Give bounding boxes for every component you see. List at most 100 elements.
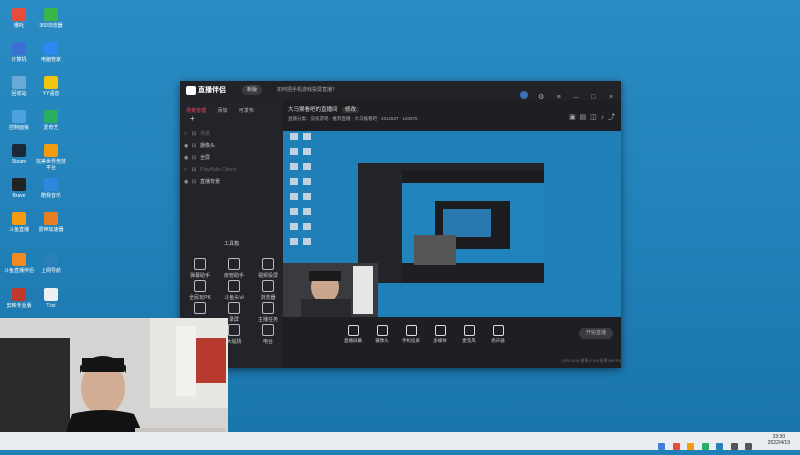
eye-icon[interactable]: ◉ xyxy=(184,153,192,163)
start-live-button[interactable]: 开始直播 xyxy=(579,328,613,339)
phone-cast-icon xyxy=(405,325,417,336)
desktop-icon[interactable]: 上网导航 xyxy=(34,253,68,274)
app-icon xyxy=(12,76,26,89)
desktop-icon-label: 回收站 xyxy=(11,91,27,97)
tool-item[interactable]: 房管助手 xyxy=(220,258,248,279)
desktop-icon-label: 哪吒 xyxy=(13,23,24,29)
camera-button[interactable]: 摄像头 xyxy=(368,325,396,344)
layout-icon[interactable]: ▤ xyxy=(580,114,587,121)
screenshot-icon[interactable]: ◫ xyxy=(590,114,597,121)
desktop-icon[interactable]: 完美世界竞技平台 xyxy=(34,144,68,171)
tool-icon xyxy=(262,324,274,336)
room-badge[interactable]: 修改 xyxy=(342,107,360,113)
eye-off-icon[interactable]: ○ xyxy=(184,165,192,175)
desktop-icon[interactable]: 斗鱼直播 xyxy=(2,212,36,233)
tool-item[interactable]: 斗鱼头Ⅵ xyxy=(220,280,248,301)
tool-item[interactable] xyxy=(186,302,214,316)
bell-icon[interactable]: ♪ xyxy=(601,114,605,121)
source-label: PlayBalls Check xyxy=(200,167,237,173)
multimedia-icon xyxy=(434,325,446,336)
tool-item[interactable]: 主播任务 xyxy=(254,302,282,323)
source-item[interactable]: ○ ⊡ 场景 xyxy=(184,129,279,139)
phone-cast-button[interactable]: 手机投屏 xyxy=(397,325,425,344)
network-icon[interactable] xyxy=(745,443,752,450)
desktop-icon[interactable]: 哪吒 xyxy=(2,8,36,29)
desktop-icon[interactable]: Brave xyxy=(2,178,36,199)
taskbar-clock[interactable]: 23:30 2022/4/19 xyxy=(768,434,790,446)
notice-link[interactable]: 如何把手机游戏投屏直播？ xyxy=(272,85,342,95)
tab-publish[interactable]: 可发布 xyxy=(239,108,254,114)
desktop-icon[interactable]: 酷我音乐 xyxy=(34,178,68,199)
tray-icon-1[interactable] xyxy=(658,443,666,450)
source-item[interactable]: ◉ ⊡ 摄像头 xyxy=(184,141,279,151)
desktop-icon-label: T.txt xyxy=(46,303,56,309)
eye-icon[interactable]: ◉ xyxy=(184,177,192,187)
tool-label: 视频投屏 xyxy=(257,273,278,279)
tool-label: 主播任务 xyxy=(257,317,278,323)
source-item[interactable]: ◉ ⊡ 直播背景 xyxy=(184,177,279,187)
source-label: 全屏 xyxy=(200,155,211,161)
desktop-icon-label: 上网导航 xyxy=(40,268,61,274)
desktop-icon-label: 酷我音乐 xyxy=(40,193,61,199)
add-source-icon[interactable]: + xyxy=(190,114,195,123)
room-title[interactable]: 大马猴看吧的直播间 修改 xyxy=(288,105,360,113)
eye-icon[interactable]: ◉ xyxy=(184,141,192,151)
tray-icon-2[interactable] xyxy=(672,443,680,450)
tool-icon xyxy=(262,280,274,292)
tray-icon-4[interactable] xyxy=(701,443,709,450)
lock-icon[interactable]: ⊡ xyxy=(192,153,200,163)
preview-icon[interactable]: ▣ xyxy=(569,114,576,121)
bottom-bar: 直播屏幕 摄像头 手机投屏 多媒体 麦克风 扬声器 开始直播 CPU:31% 帧率:0.0… xyxy=(283,317,621,368)
avatar-icon[interactable] xyxy=(519,91,528,99)
desktop-icon[interactable]: 电脑管家 xyxy=(34,42,68,63)
tab-add[interactable]: 添加 xyxy=(217,108,227,114)
eye-off-icon[interactable]: ○ xyxy=(184,129,192,139)
lock-icon[interactable]: ⊡ xyxy=(192,129,200,139)
app-icon xyxy=(44,42,58,55)
tool-item[interactable]: 视频投屏 xyxy=(254,258,282,279)
desktop-icon[interactable]: 回收站 xyxy=(2,76,36,97)
tab-scene-manage[interactable]: 场景管理 xyxy=(186,108,206,114)
tool-item[interactable]: 全民玩PK xyxy=(186,280,214,301)
logo-icon xyxy=(186,85,196,95)
desktop-icon[interactable]: Steam xyxy=(2,144,36,165)
tray-icon-5[interactable] xyxy=(716,443,724,450)
app-icon xyxy=(12,144,26,157)
tool-label: 弹幕助手 xyxy=(189,273,210,279)
speaker-button[interactable]: 扬声器 xyxy=(484,325,512,344)
tool-item[interactable]: 弹幕助手 xyxy=(186,258,214,279)
microphone-button[interactable]: 麦克风 xyxy=(455,325,483,344)
desktop-icon[interactable]: YY语音 xyxy=(34,76,68,97)
source-label: 摄像头 xyxy=(200,143,216,149)
share-icon[interactable]: ⤴ xyxy=(608,114,615,121)
desktop-icon-label: 斗鱼直播 xyxy=(8,227,29,233)
desktop-icon-label: 雷神加速器 xyxy=(38,227,64,233)
desktop-icon[interactable]: 爱奇艺 xyxy=(34,110,68,131)
desktop-icon[interactable]: 360浏览器 xyxy=(34,8,68,29)
version-pill[interactable]: 新版 xyxy=(242,85,263,95)
live-preview[interactable] xyxy=(283,131,621,317)
lock-icon[interactable]: ⊡ xyxy=(192,141,200,151)
app-window: 直播伴侣 新版 如何把手机游戏投屏直播？ ⚙ ≡ – □ × 场景管理 添加 可… xyxy=(180,81,621,368)
webcam-image xyxy=(0,318,228,450)
desktop-icon[interactable]: 控制面板 xyxy=(2,110,36,131)
desktop-icon[interactable]: 雷神加速器 xyxy=(34,212,68,233)
screen-share-button[interactable]: 直播屏幕 xyxy=(339,325,367,344)
lock-icon[interactable]: ⊡ xyxy=(192,165,200,175)
app-icon xyxy=(44,212,58,225)
source-item[interactable]: ◉ ⊡ 全屏 xyxy=(184,153,279,163)
source-label: 直播背景 xyxy=(200,179,221,185)
desktop-icon[interactable]: T.txt xyxy=(34,288,68,309)
bottom-item-label: 多媒体 xyxy=(433,338,447,343)
lock-icon[interactable]: ⊡ xyxy=(192,177,200,187)
desktop-icon[interactable]: 斗鱼直播伴侣 xyxy=(2,253,36,274)
source-item[interactable]: ○ ⊡ PlayBalls Check xyxy=(184,165,279,175)
desktop-icon[interactable]: 计算机 xyxy=(2,42,36,63)
tool-item[interactable]: 电台 xyxy=(254,324,282,345)
desktop-icon-label: Brave xyxy=(12,193,26,199)
tool-item[interactable]: 浏览器 xyxy=(254,280,282,301)
multimedia-button[interactable]: 多媒体 xyxy=(426,325,454,344)
desktop-icon[interactable]: 剪映专业版 xyxy=(2,288,36,309)
tray-icon-3[interactable] xyxy=(687,443,695,450)
volume-icon[interactable] xyxy=(730,443,738,450)
